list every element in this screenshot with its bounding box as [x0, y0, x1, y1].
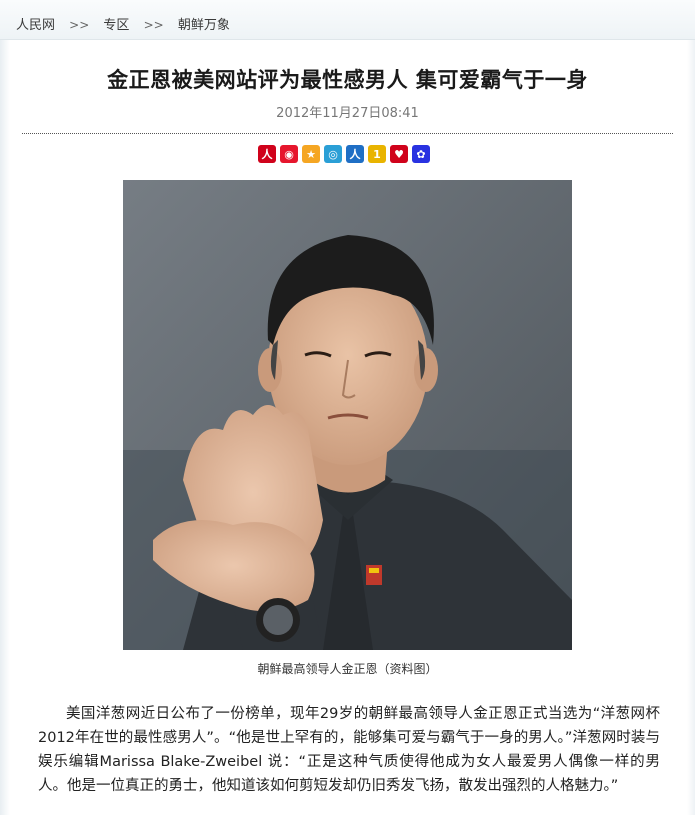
breadcrumb: 人民网 >> 专区 >> 朝鲜万象	[0, 0, 695, 40]
portrait-image	[123, 180, 572, 650]
breadcrumb-category-link[interactable]: 朝鲜万象	[178, 18, 230, 33]
breadcrumb-separator: >>	[69, 18, 90, 32]
photo-caption: 朝鲜最高领导人金正恩（资料图）	[257, 662, 438, 676]
qzone-icon[interactable]: ★	[302, 145, 320, 163]
breadcrumb-home-link[interactable]: 人民网	[16, 18, 55, 33]
renren-icon[interactable]: 人	[346, 145, 364, 163]
share-toolbar: 人 ◉ ★ ◎ 人 1 ♥ ✿	[258, 145, 430, 163]
title-divider	[22, 133, 673, 134]
article-date: 2012年11月27日08:41	[276, 106, 419, 121]
tencent-weibo-icon[interactable]: ◎	[324, 145, 342, 163]
right-page-shade	[687, 40, 695, 815]
baidu-icon[interactable]: ✿	[412, 145, 430, 163]
people-share-icon[interactable]: 人	[258, 145, 276, 163]
kaixin-icon[interactable]: 1	[368, 145, 386, 163]
article-body: 美国洋葱网近日公布了一份榜单，现年29岁的朝鲜最高领导人金正恩正式当选为“洋葱网…	[38, 706, 660, 794]
breadcrumb-zone-link[interactable]: 专区	[103, 18, 129, 33]
article-photo	[123, 180, 572, 650]
breadcrumb-separator: >>	[143, 18, 164, 32]
left-page-shade	[0, 40, 10, 815]
article-title: 金正恩被美网站评为最性感男人 集可爱霸气于一身	[107, 68, 588, 92]
weibo-icon[interactable]: ◉	[280, 145, 298, 163]
douban-icon[interactable]: ♥	[390, 145, 408, 163]
